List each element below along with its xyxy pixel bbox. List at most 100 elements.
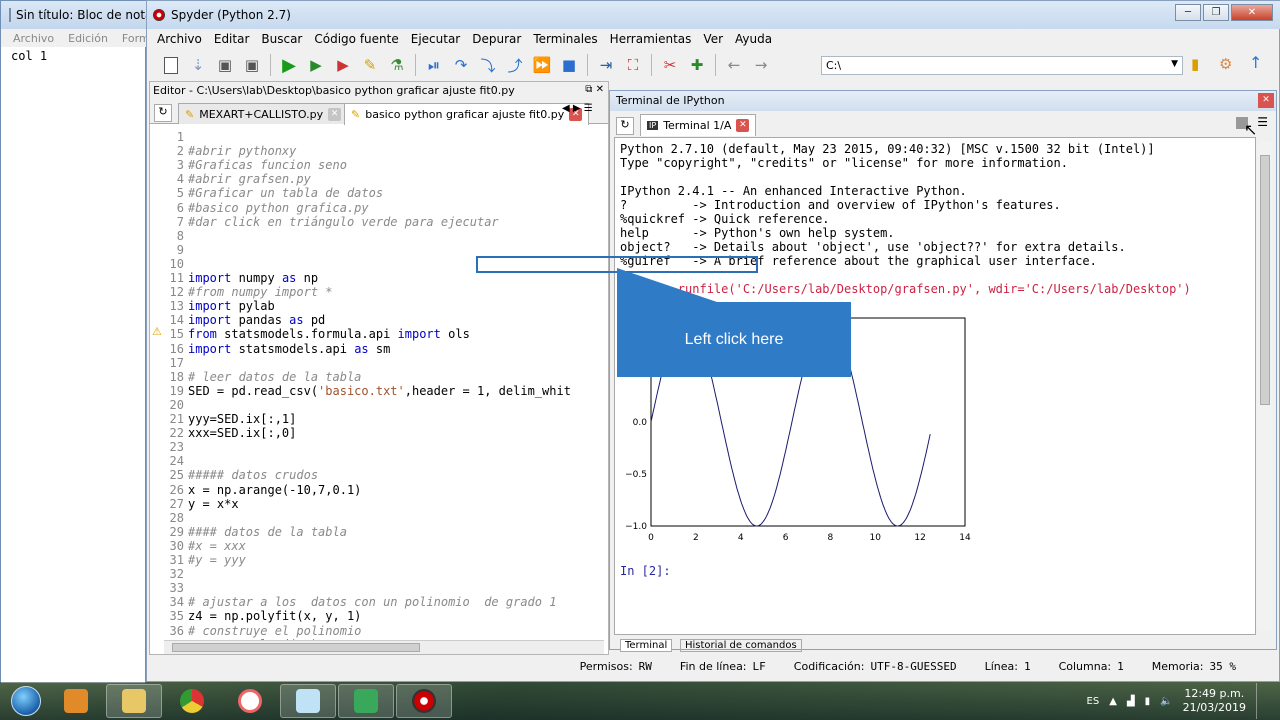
code-line: # ajustar a los datos con un polinomio d… — [188, 595, 557, 610]
menu-buscar[interactable]: Buscar — [255, 29, 308, 49]
menu-herramientas[interactable]: Herramientas — [604, 29, 698, 49]
code-line: xxx=SED.ix[:,0] — [188, 426, 297, 441]
line-number: 22 — [169, 426, 184, 441]
chevron-down-icon[interactable]: ▼ — [1171, 59, 1178, 69]
line-number: 30 — [169, 538, 184, 553]
menu-editar[interactable]: Editar — [208, 29, 256, 49]
taskbar-spyder[interactable] — [396, 684, 452, 718]
status-eol: Fin de línea: LF — [679, 659, 766, 673]
step-return-icon[interactable]: ⤴ — [503, 53, 527, 77]
show-desktop-button[interactable] — [1256, 683, 1266, 719]
tray-expand-icon[interactable]: ▲ — [1109, 696, 1117, 707]
working-directory-field[interactable]: C:\ ▼ — [821, 56, 1183, 75]
taskbar-chrome[interactable] — [164, 684, 220, 718]
maximize-pane-icon[interactable]: ⇥ — [594, 53, 618, 77]
run-file-icon[interactable]: ▶ — [304, 53, 328, 77]
minimize-button[interactable]: ─ — [1175, 4, 1201, 21]
taskbar-app-a[interactable] — [222, 684, 278, 718]
notepad-text-area[interactable]: col 1 — [11, 49, 47, 63]
tab-terminal[interactable]: IP Terminal 1/A ✕ — [640, 114, 757, 136]
start-button[interactable] — [6, 683, 46, 719]
taskbar-pythonxy[interactable] — [338, 684, 394, 718]
fullscreen-icon[interactable]: ⛶ — [621, 53, 645, 77]
windows-logo-icon — [11, 686, 41, 716]
code-line: #dar click en triángulo verde para ejecu… — [188, 214, 499, 229]
menu-archivo[interactable]: Archivo — [151, 29, 208, 49]
options-menu-icon[interactable]: ☰ — [1257, 115, 1268, 129]
taskbar-media-player[interactable] — [48, 684, 104, 718]
language-indicator[interactable]: ES — [1087, 696, 1100, 707]
menu-terminales[interactable]: Terminales — [527, 29, 603, 49]
status-encoding: Codificación: UTF-8-GUESSED — [793, 659, 957, 673]
volume-icon[interactable]: 🔈 — [1160, 696, 1172, 707]
console-line: IPython 2.4.1 -- An enhanced Interactive… — [620, 184, 967, 198]
spyder-menu-bar: Archivo Editar Buscar Código fuente Ejec… — [151, 29, 778, 49]
tab-mexart[interactable]: ✎ MEXART+CALLISTO.py ✕ — [178, 103, 349, 124]
preferences-icon[interactable]: ✂ — [658, 53, 682, 77]
code-line: #abrir grafsen.py — [188, 172, 311, 187]
code-line: #basico python grafica.py — [188, 200, 369, 215]
tab-scroll-arrows[interactable]: ◀ ▶ ☰ — [562, 103, 593, 114]
python-file-icon: ✎ — [185, 107, 195, 121]
scrollbar-thumb[interactable] — [172, 643, 420, 652]
notepad-menu-formato[interactable]: Formato — [122, 32, 147, 45]
line-number: 6 — [176, 200, 184, 215]
python-path-icon[interactable]: ✚ — [685, 53, 709, 77]
notepad-menu-edicion[interactable]: Edición — [68, 32, 108, 45]
browse-folder-icon[interactable]: ▮ — [1191, 55, 1199, 73]
tab-basico-python[interactable]: ✎ basico python graficar ajuste fit0.py … — [344, 103, 590, 125]
console-prompt[interactable]: In [2]: — [620, 564, 671, 578]
x-tick-label: 10 — [870, 533, 882, 543]
save-all-icon[interactable]: ▣ — [240, 53, 264, 77]
menu-ejecutar[interactable]: Ejecutar — [405, 29, 467, 49]
scrollbar-thumb[interactable] — [1260, 155, 1270, 405]
taskbar-notepad[interactable] — [280, 684, 336, 718]
clock[interactable]: 12:49 p.m. 21/03/2019 — [1183, 687, 1246, 715]
back-arrow-icon[interactable]: ← — [722, 53, 746, 77]
notepad-window: Sin título: Bloc de notas Archivo Edició… — [0, 0, 147, 684]
horizontal-scrollbar[interactable] — [164, 640, 604, 654]
code-area[interactable]: 1 2 #abrir pythonxy 3 #Graficas funcion seno… — [150, 128, 594, 640]
forward-arrow-icon[interactable]: → — [749, 53, 773, 77]
notepad-title-bar[interactable]: Sin título: Bloc de notas — [1, 1, 147, 29]
close-pane-icon[interactable]: ✕ — [1258, 93, 1274, 108]
browse-tabs-icon[interactable]: ↻ — [616, 117, 634, 135]
browse-tabs-icon[interactable]: ↻ — [154, 104, 172, 122]
menu-codigo-fuente[interactable]: Código fuente — [308, 29, 404, 49]
network-icon[interactable]: ▟ — [1127, 696, 1135, 707]
spyder-title-bar[interactable]: Spyder (Python 2.7) — [147, 1, 1280, 29]
code-line: #abrir pythonxy — [188, 144, 297, 159]
save-icon[interactable]: ▣ — [213, 53, 237, 77]
console-scrollbar[interactable] — [1258, 141, 1272, 631]
stop-debug-icon[interactable]: ■ — [557, 53, 581, 77]
console-output[interactable]: Python 2.7.10 (default, May 23 2015, 09:… — [614, 137, 1256, 635]
set-directory-icon[interactable]: ⚙ — [1219, 55, 1232, 73]
step-icon[interactable]: ↷ — [449, 53, 473, 77]
step-into-icon[interactable]: ⤵ — [476, 53, 500, 77]
tab-terminal-bottom[interactable]: Terminal — [620, 639, 673, 652]
parent-directory-icon[interactable]: ↑ — [1249, 53, 1262, 72]
continue-icon[interactable]: ⏩ — [530, 53, 554, 77]
signal-icon[interactable]: ▮ — [1145, 696, 1151, 707]
close-tab-icon[interactable]: ✕ — [328, 107, 342, 121]
working-directory-value: C:\ — [826, 59, 842, 72]
taskbar-explorer[interactable] — [106, 684, 162, 718]
debug-icon[interactable]: ⏯ — [422, 53, 446, 77]
maximize-button[interactable]: ❐ — [1203, 4, 1229, 21]
menu-ver[interactable]: Ver — [697, 29, 729, 49]
console-line: Type "copyright", "credits" or "license"… — [620, 156, 1068, 170]
open-file-icon[interactable]: ⇣ — [186, 53, 210, 77]
menu-ayuda[interactable]: Ayuda — [729, 29, 778, 49]
tab-history[interactable]: Historial de comandos — [680, 639, 802, 652]
notepad-menu-archivo[interactable]: Archivo — [13, 32, 54, 45]
new-file-icon[interactable] — [159, 53, 183, 77]
run-selection-icon[interactable]: ⚗ — [385, 53, 409, 77]
run-icon[interactable]: ▶ — [277, 53, 301, 77]
menu-depurar[interactable]: Depurar — [466, 29, 527, 49]
close-button[interactable]: ✕ — [1231, 4, 1273, 21]
line-number: 28 — [169, 510, 184, 525]
undock-icon[interactable]: ⧉ ✕ — [585, 84, 604, 95]
close-tab-icon[interactable]: ✕ — [736, 119, 750, 132]
run-settings-icon[interactable]: ▶ — [331, 53, 355, 77]
run-cell-icon[interactable]: ✎ — [358, 53, 382, 77]
